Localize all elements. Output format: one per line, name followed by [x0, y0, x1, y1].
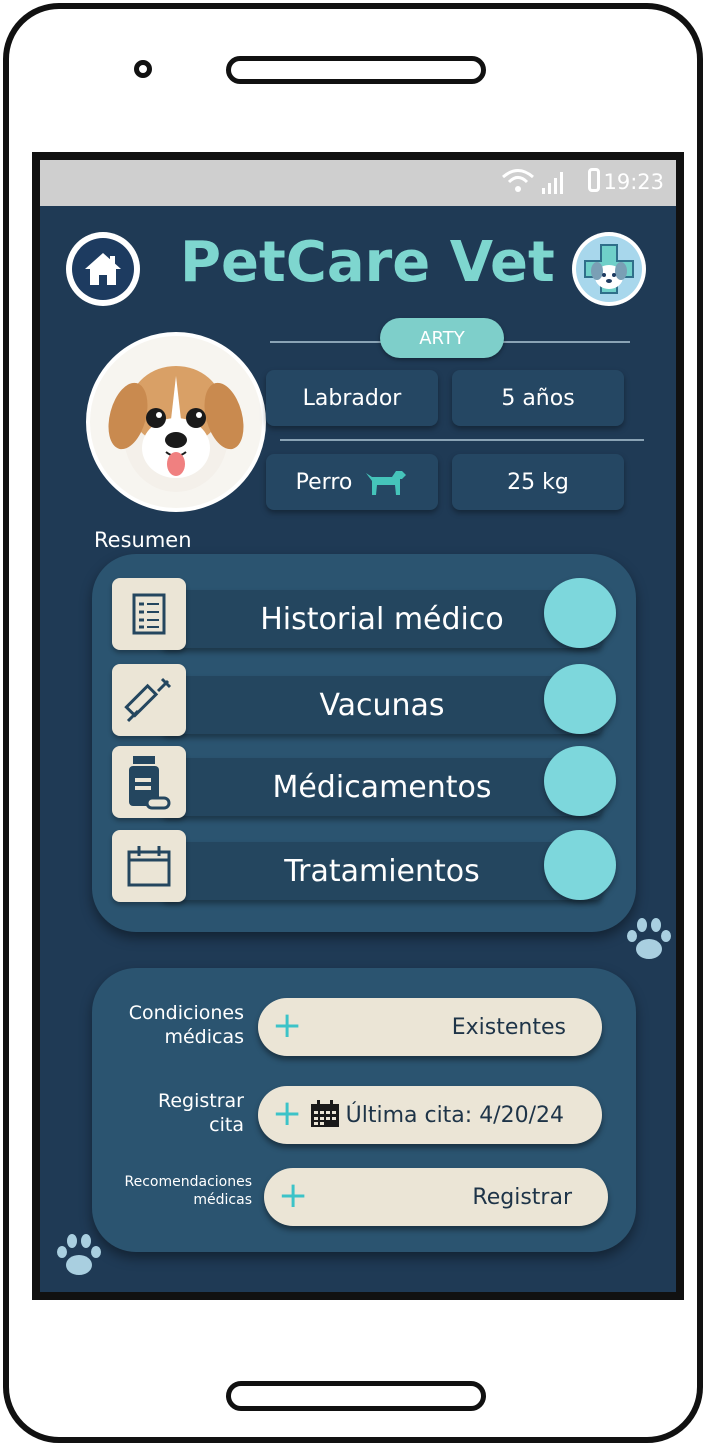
summary-label: Resumen [94, 528, 192, 552]
pet-weight: 25 kg [452, 454, 624, 510]
appointment-label: Registrar cita [110, 1090, 244, 1138]
vaccines-item[interactable]: Vacunas [112, 664, 616, 736]
status-bar: 19:23 [40, 160, 676, 206]
calendar-icon [311, 1100, 339, 1127]
actions-card: Condiciones médicas + Existentes Registr… [92, 968, 636, 1252]
recommendations-label-line2: médicas [193, 1191, 252, 1208]
treatments-toggle[interactable] [544, 830, 616, 900]
medications-item[interactable]: Médicamentos [112, 746, 616, 818]
plus-icon: + [272, 1093, 303, 1134]
recommendations-value: Registrar [472, 1184, 572, 1210]
pet-avatar[interactable] [86, 332, 266, 512]
calendar-icon [112, 830, 186, 902]
medicine-bottle-icon [112, 746, 186, 818]
summary-card: Historial médico Vacunas Médicamentos Tr… [92, 554, 636, 932]
conditions-button[interactable]: + Existentes [258, 998, 602, 1056]
conditions-label-line2: médicas [164, 1025, 244, 1048]
vet-logo-button[interactable] [572, 232, 646, 306]
recommendations-label: Recomendaciones médicas [96, 1174, 253, 1209]
paw-icon [57, 1234, 101, 1275]
clipboard-list-icon [112, 578, 186, 650]
speaker [226, 56, 486, 84]
pet-species: Perro [266, 454, 438, 510]
conditions-value: Existentes [451, 1014, 566, 1040]
pet-name-badge[interactable]: ARTY [380, 318, 504, 358]
vaccines-toggle[interactable] [544, 664, 616, 734]
syringe-icon [112, 664, 186, 736]
pet-age: 5 años [452, 370, 624, 426]
vaccines-label: Vacunas [319, 687, 445, 723]
medical-history-label: Historial médico [260, 601, 504, 637]
pet-species-label: Perro [295, 469, 353, 495]
medications-toggle[interactable] [544, 746, 616, 816]
home-button[interactable] [66, 232, 140, 306]
status-time: 19:23 [603, 170, 664, 194]
appointment-button[interactable]: + Última cita: 4/20/24 [258, 1086, 602, 1144]
treatments-item[interactable]: Tratamientos [112, 830, 616, 902]
plus-icon: + [272, 1005, 303, 1046]
divider [280, 439, 644, 441]
conditions-label-line1: Condiciones [128, 1002, 244, 1024]
app-title: PetCare Vet [180, 230, 555, 295]
medical-history-toggle[interactable] [544, 578, 616, 648]
home-icon [72, 238, 134, 300]
dog-icon [366, 471, 407, 495]
treatments-label: Tratamientos [284, 853, 480, 889]
signal-icon [542, 172, 563, 194]
vet-logo-icon [576, 236, 642, 302]
appointment-value: Última cita: 4/20/24 [345, 1102, 564, 1128]
battery-icon [588, 168, 600, 192]
recommendations-label-line1: Recomendaciones [124, 1174, 253, 1190]
medications-label: Médicamentos [272, 769, 492, 805]
plus-icon: + [278, 1175, 309, 1216]
dog-avatar-icon [108, 366, 244, 492]
medical-history-item[interactable]: Historial médico [112, 578, 616, 650]
app-screen: 19:23 PetCare Vet ARTY Labrador 5 años P… [32, 152, 684, 1300]
pet-breed: Labrador [266, 370, 438, 426]
appointment-label-line1: Registrar [158, 1090, 244, 1112]
camera-icon [134, 60, 152, 78]
conditions-label: Condiciones médicas [110, 1002, 244, 1050]
wifi-icon [502, 169, 534, 192]
recommendations-button[interactable]: + Registrar [264, 1168, 608, 1226]
home-indicator[interactable] [226, 1381, 486, 1411]
paw-icon [627, 918, 671, 959]
appointment-label-line2: cita [209, 1113, 244, 1136]
